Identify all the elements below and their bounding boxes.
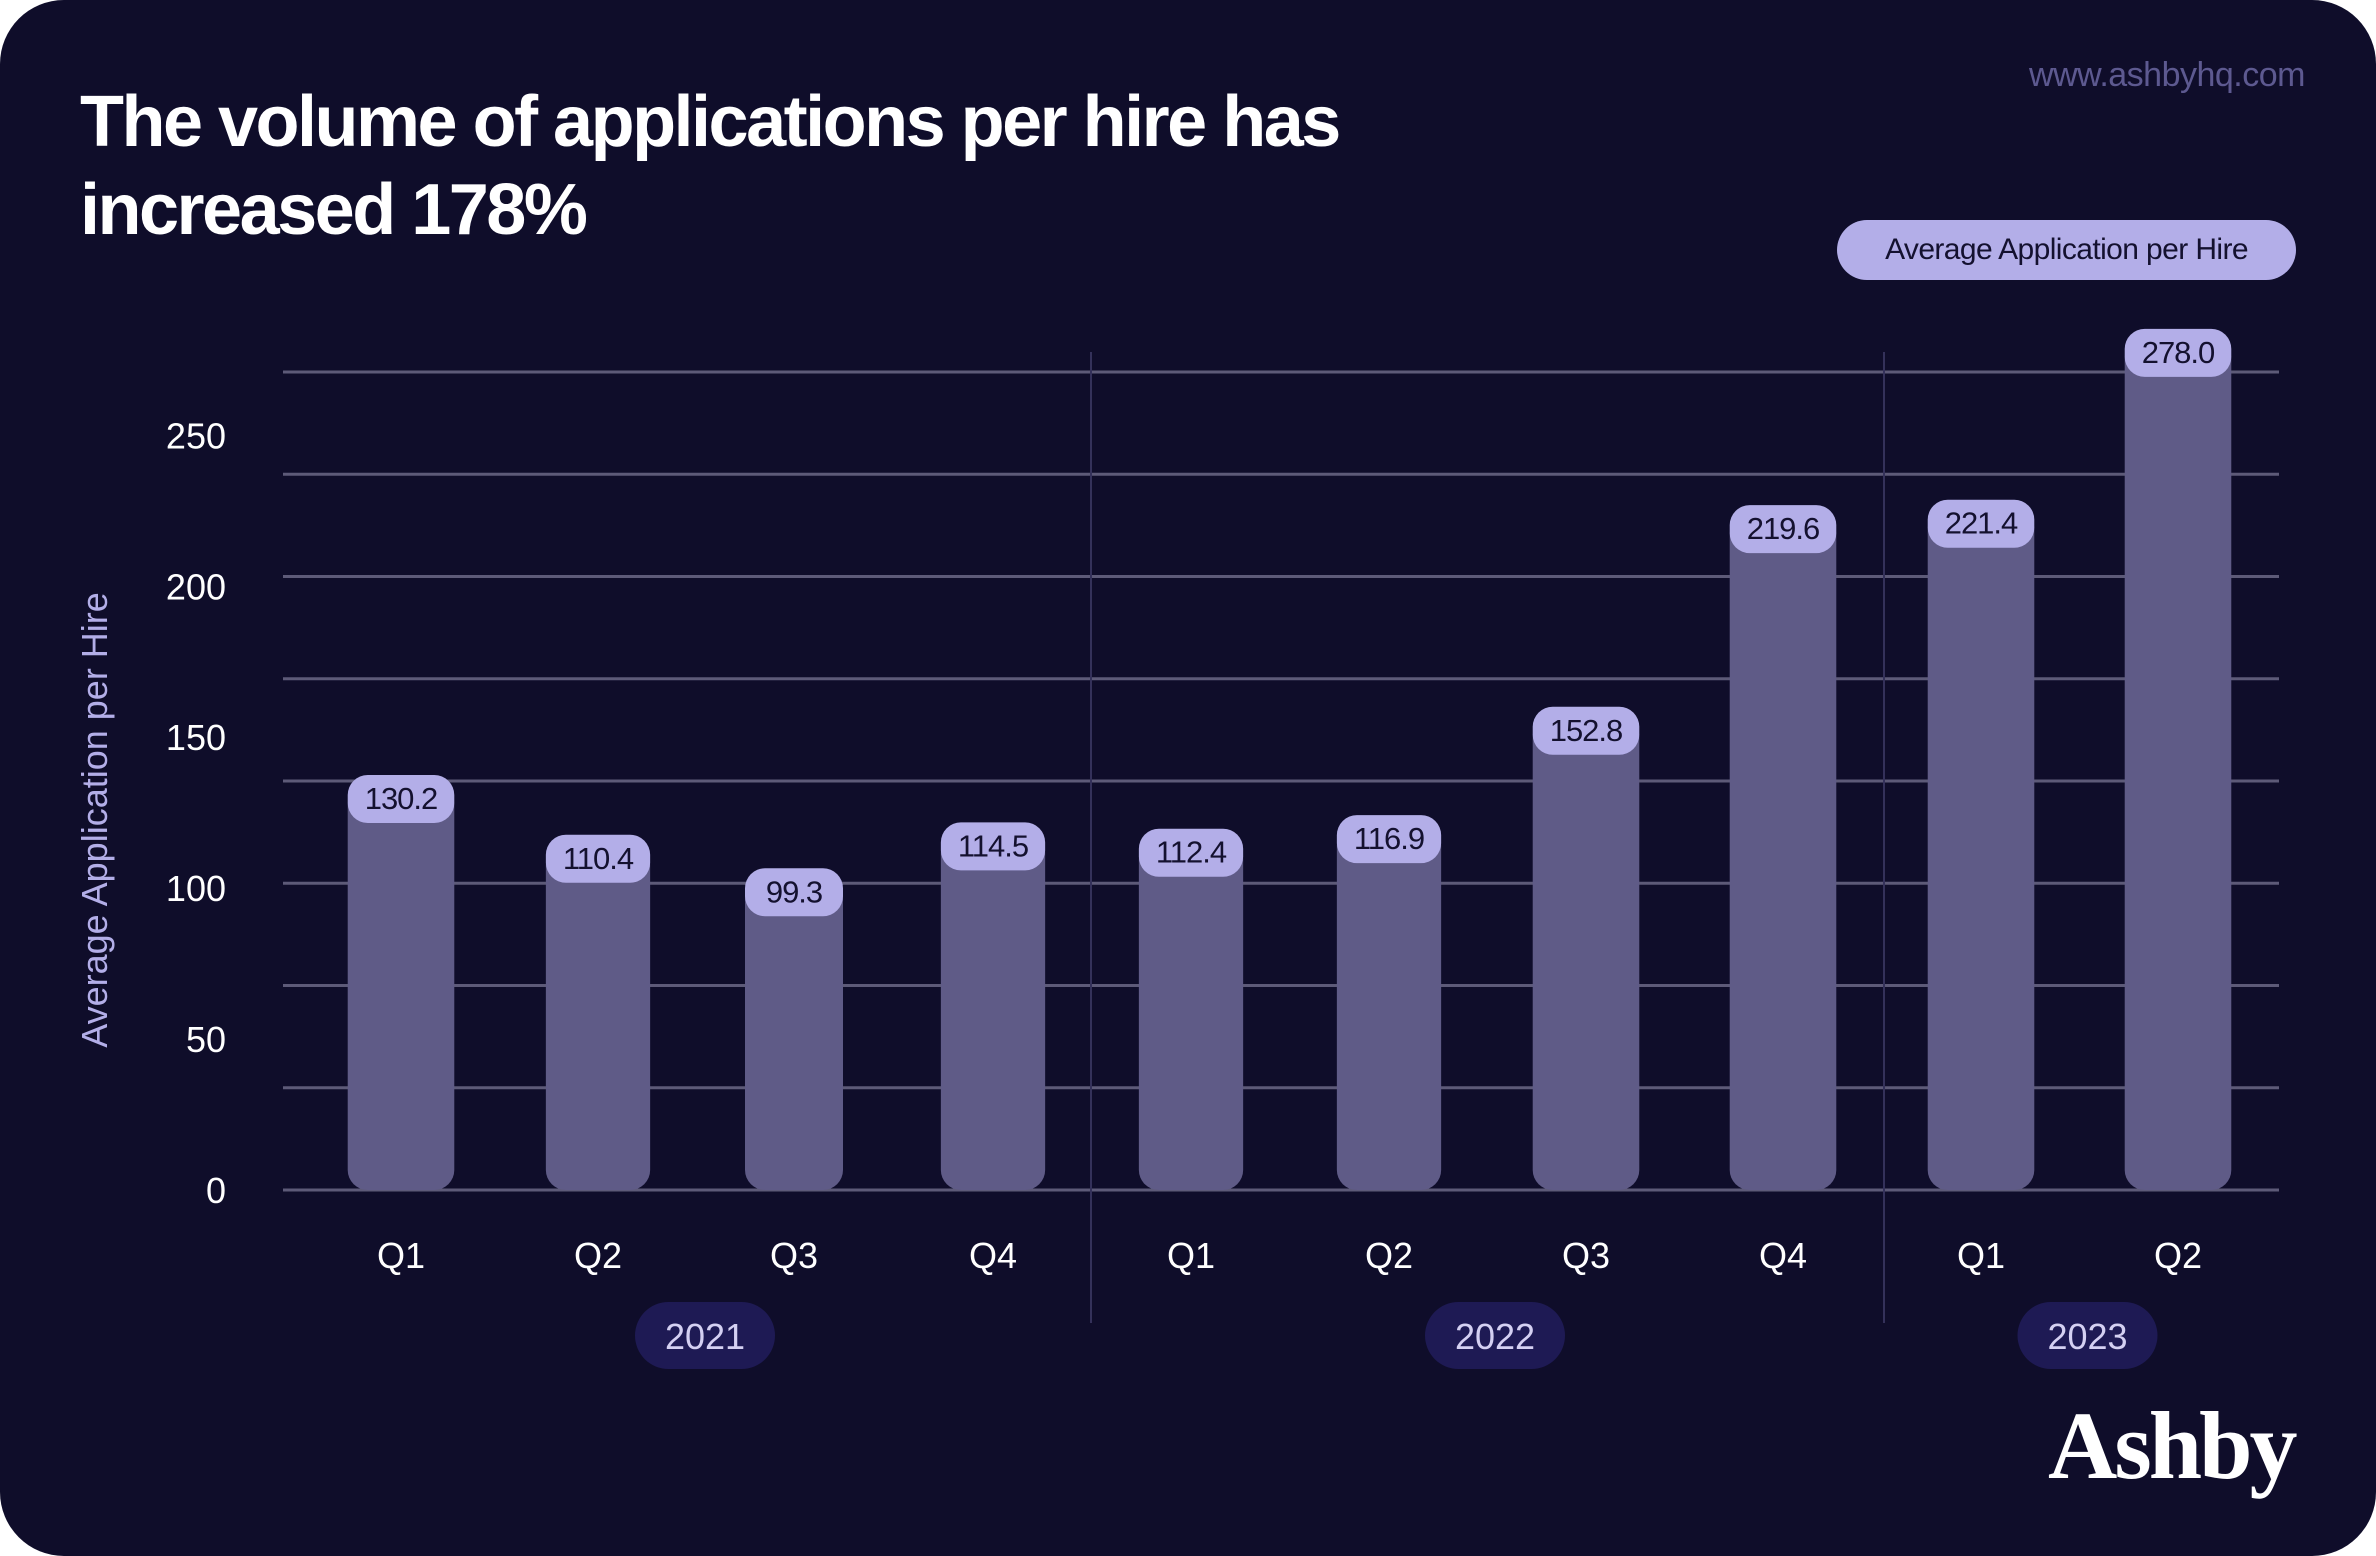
y-tick-label: 200 [166,566,226,607]
chart-card: The volume of applications per hire has … [0,0,2376,1556]
year-group-pill: 2022 [1425,1302,1565,1369]
bar-value-label: 278.0 [2142,335,2215,370]
x-tick-label: Q3 [1562,1235,1610,1276]
bar-chart: 130.2 110.4 99.3 114.5 112.4 116.9 152.8 219.6 2… [74,328,2279,1369]
bar [1336,825,1442,1190]
year-groups: 2021 2022 2023 [635,1302,2158,1369]
x-tick-label: Q2 [574,1235,622,1276]
bar-value-label: 130.2 [365,781,438,816]
bar-group: 110.4 [545,834,651,1190]
y-axis-title: Average Application per Hire [74,592,115,1048]
bar [545,844,651,1190]
x-tick-label: Q4 [969,1235,1017,1276]
x-tick-label: Q2 [2154,1235,2202,1276]
bar-group: 114.5 [940,822,1046,1190]
bar-value-label: 221.4 [1945,506,2018,541]
bar-group: 130.2 [347,774,455,1190]
bars: 130.2 110.4 99.3 114.5 112.4 116.9 152.8 219.6 2… [347,328,2232,1191]
bar-value-label: 152.8 [1550,713,1623,748]
bar-group: 221.4 [1927,499,2035,1191]
bar-group: 152.8 [1532,706,1640,1190]
y-tick-label: 50 [186,1019,226,1060]
bar [1729,515,1837,1190]
bar-value-label: 116.9 [1354,821,1424,856]
bar [347,784,455,1190]
x-tick-label: Q4 [1759,1235,1807,1276]
ashby-logo: Ashby [2048,1392,2297,1499]
year-label: 2022 [1455,1316,1535,1357]
x-tick-label: Q3 [770,1235,818,1276]
bar-value-label: 219.6 [1747,511,1820,546]
y-tick-label: 0 [206,1170,226,1211]
bar [2124,338,2232,1190]
bar-value-label: 114.5 [958,828,1028,863]
bar [1927,509,2035,1191]
bar [940,832,1046,1190]
x-tick-label: Q1 [1167,1235,1215,1276]
bar-group: 219.6 [1729,505,1837,1190]
bar-value-label: 110.4 [563,841,634,876]
year-group-pill: 2021 [635,1302,775,1369]
bar-group: 116.9 [1336,815,1442,1190]
bar [745,878,843,1190]
year-group-pill: 2023 [2017,1302,2158,1369]
x-axis-ticks: Q1 Q2 Q3 Q4 Q1 Q2 Q3 Q4 Q1 Q2 [377,1235,2202,1276]
y-tick-label: 250 [166,415,226,456]
bar-value-label: 99.3 [766,874,822,909]
x-tick-label: Q1 [377,1235,425,1276]
y-axis-ticks: 0 50 100 150 200 250 [166,415,226,1211]
year-label: 2023 [2047,1316,2127,1357]
x-tick-label: Q1 [1957,1235,2005,1276]
y-tick-label: 150 [166,717,226,758]
y-tick-label: 100 [166,868,226,909]
bar-group: 112.4 [1138,828,1244,1190]
x-tick-label: Q2 [1365,1235,1413,1276]
bar-group: 278.0 [2124,328,2232,1190]
bar [1138,838,1244,1190]
bar [1532,716,1640,1190]
bar-group: 99.3 [745,868,843,1190]
year-label: 2021 [665,1316,745,1357]
bar-value-label: 112.4 [1156,835,1227,870]
